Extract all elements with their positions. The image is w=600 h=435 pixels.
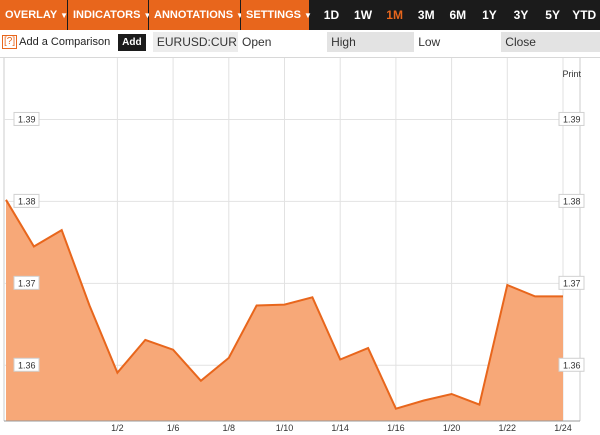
x-tick-label: 1/24: [554, 423, 572, 433]
range-tab-1y[interactable]: 1Y: [474, 0, 506, 30]
range-tabs: 1D 1W 1M 3M 6M 1Y 3Y 5Y YTD: [316, 0, 600, 30]
y-tick-label-right: 1.39: [563, 114, 581, 124]
y-tick-label-right: 1.36: [563, 360, 581, 370]
price-chart: 1.39 1.39 1.38 1.38 1.37 1.37 1.36 1.36 1/2 1/6 1/…: [0, 57, 600, 435]
y-tick-label-right: 1.37: [563, 278, 581, 288]
x-tick-label: 1/2: [111, 423, 124, 433]
x-tick-label: 1/14: [331, 423, 349, 433]
indicators-menu-button[interactable]: INDICATORS ▼: [68, 0, 151, 30]
x-tick-label: 1/10: [276, 423, 294, 433]
range-tab-3y[interactable]: 3Y: [505, 0, 537, 30]
range-tab-3m[interactable]: 3M: [410, 0, 442, 30]
y-tick-label-left: 1.36: [18, 360, 36, 370]
x-tick-label: 1/6: [167, 423, 180, 433]
overlay-menu-button[interactable]: OVERLAY ▼: [0, 0, 68, 30]
y-tick-label-left: 1.37: [18, 278, 36, 288]
ticker-label: EURUSD:CUR: [152, 32, 239, 52]
triangle-down-icon: ▼: [60, 10, 69, 20]
range-tab-1w[interactable]: 1W: [347, 0, 379, 30]
close-label: Close: [501, 32, 600, 52]
y-tick-label-left: 1.38: [18, 196, 36, 206]
low-label: Low: [418, 35, 441, 49]
range-tab-ytd[interactable]: YTD: [568, 0, 600, 30]
x-tick-label: 1/16: [387, 423, 405, 433]
y-tick-label-right: 1.38: [563, 196, 581, 206]
print-link[interactable]: Print: [562, 69, 581, 79]
comparison-bar: [?] Add a Comparison Add EURUSD:CUR Open…: [0, 30, 600, 54]
x-tick-label: 1/8: [223, 423, 236, 433]
overlay-label: OVERLAY: [5, 9, 58, 21]
indicators-label: INDICATORS: [73, 9, 141, 21]
range-tab-1m[interactable]: 1M: [379, 0, 411, 30]
y-tick-label-left: 1.39: [18, 114, 36, 124]
add-comparison-button[interactable]: Add: [117, 33, 146, 51]
open-label: Open: [242, 35, 272, 49]
range-tab-5y[interactable]: 5Y: [537, 0, 569, 30]
help-link[interactable]: [?]: [2, 35, 18, 49]
high-label: High: [327, 32, 415, 52]
annotations-label: ANNOTATIONS: [154, 9, 234, 21]
chart-canvas: 1.39 1.39 1.38 1.38 1.37 1.37 1.36 1.36 1/2 1/6 1/…: [3, 58, 585, 433]
annotations-menu-button[interactable]: ANNOTATIONS ▼: [149, 0, 244, 30]
settings-label: SETTINGS: [246, 9, 302, 21]
x-tick-label: 1/22: [499, 423, 517, 433]
range-tab-1d[interactable]: 1D: [316, 0, 348, 30]
range-tab-6m[interactable]: 6M: [442, 0, 474, 30]
settings-menu-button[interactable]: SETTINGS ▼: [241, 0, 312, 30]
triangle-down-icon: ▼: [304, 10, 312, 20]
x-tick-label: 1/20: [443, 423, 461, 433]
chart-toolbar: OVERLAY ▼ INDICATORS ▼ ANNOTATIONS ▼ SETTIN…: [0, 0, 600, 30]
comparison-input[interactable]: Add a Comparison: [19, 36, 114, 48]
